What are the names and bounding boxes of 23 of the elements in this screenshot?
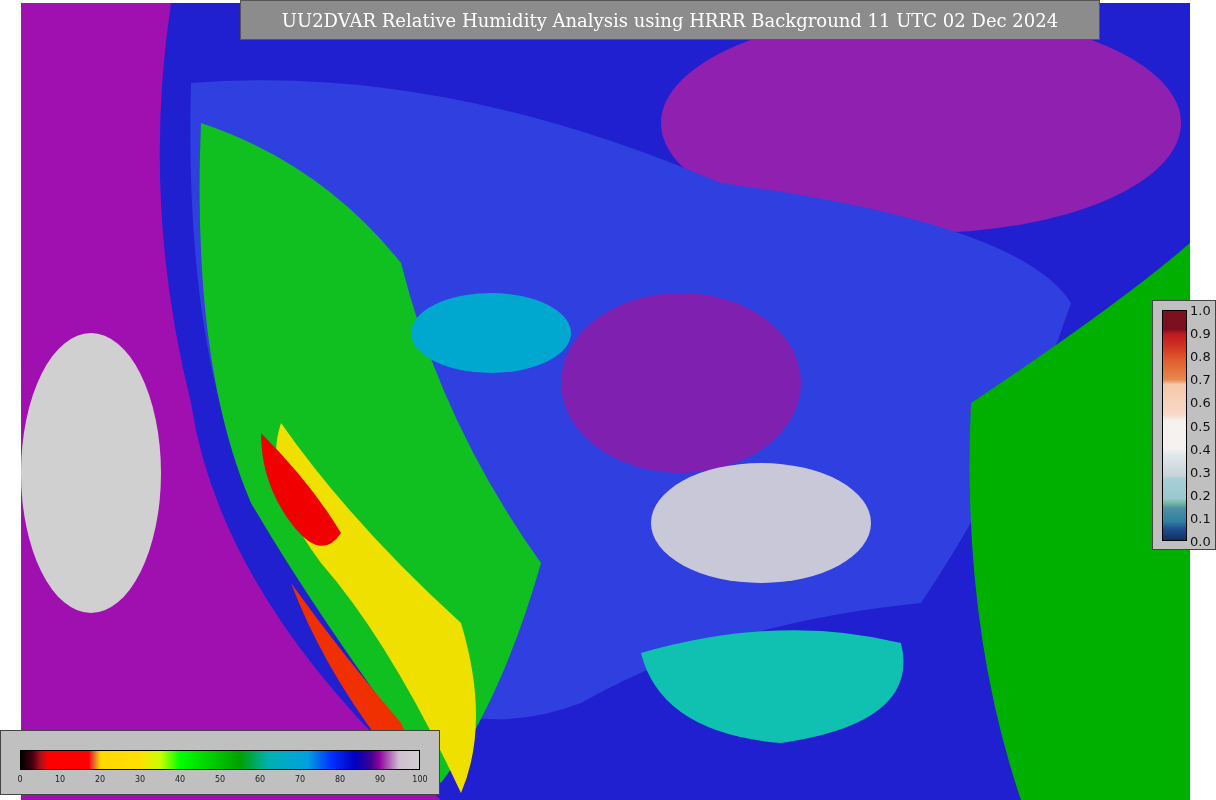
tick-label: 10: [54, 775, 66, 784]
tick-label: 90: [374, 775, 386, 784]
tick-label: 0.7: [1190, 371, 1211, 387]
tick-label: 0.1: [1190, 510, 1211, 526]
tick-label: 0.0: [1190, 533, 1211, 549]
tick-label: 0.3: [1190, 464, 1211, 480]
tick-label: 50: [214, 775, 226, 784]
tick-label: 70: [294, 775, 306, 784]
tick-label: 40: [174, 775, 186, 784]
tick-label: 1.0: [1190, 302, 1211, 318]
tick-label: 20: [94, 775, 106, 784]
tick-label: 0.2: [1190, 487, 1211, 503]
tick-label: 0: [17, 775, 23, 784]
map-title: UU2DVAR Relative Humidity Analysis using HRRR Background 11 UTC 02 Dec 2024: [240, 0, 1100, 40]
tick-label: 100: [412, 775, 428, 784]
tick-label: 0.9: [1190, 325, 1211, 341]
tick-label: 80: [334, 775, 346, 784]
tick-label: 0.5: [1190, 418, 1211, 433]
tick-label: 0.4: [1190, 441, 1211, 457]
tick-label: 0.6: [1190, 394, 1211, 410]
tick-label: 60: [254, 775, 266, 784]
tick-label: 30: [134, 775, 146, 784]
tick-label: 0.8: [1190, 348, 1211, 364]
